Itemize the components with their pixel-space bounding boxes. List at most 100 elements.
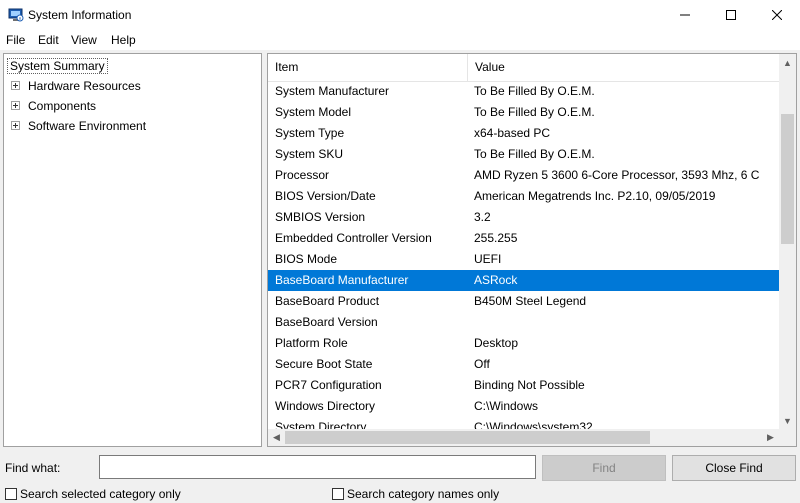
column-header-item[interactable]: Item [268,54,467,81]
table-row[interactable]: SMBIOS Version 3.2 [268,207,779,228]
cell-item: Secure Boot State [275,357,373,371]
cell-value: Off [474,357,490,371]
column-header-value[interactable]: Value [468,54,779,81]
search-category-names-option[interactable]: Search category names only [332,487,499,501]
table-row[interactable]: BaseBoard Version [268,312,779,333]
cell-item: System SKU [275,147,344,161]
cell-value: To Be Filled By O.E.M. [474,147,595,161]
find-input[interactable] [99,455,536,479]
vertical-scroll-thumb[interactable] [781,114,794,244]
minimize-button[interactable] [662,0,708,30]
menu-help[interactable]: Help [111,33,136,47]
menu-view[interactable]: View [71,33,97,47]
tree-item-components[interactable]: Components [4,97,254,115]
close-icon [772,10,782,20]
cell-item: System Type [275,126,345,140]
details-list[interactable]: Item Value System Manufacturer To Be Fill… [267,53,797,447]
find-what-label: Find what: [5,461,61,475]
search-selected-category-option[interactable]: Search selected category only [5,487,181,501]
window-title: System Information [28,8,132,22]
cell-value: UEFI [474,252,502,266]
table-row[interactable]: System Model To Be Filled By O.E.M. [268,102,779,123]
cell-value: To Be Filled By O.E.M. [474,105,595,119]
cell-value: C:\Windows\system32 [474,420,593,429]
cell-value: To Be Filled By O.E.M. [474,84,595,98]
checkbox-label: Search category names only [347,487,500,501]
cell-value: Binding Not Possible [474,378,585,392]
table-row[interactable]: BaseBoard Product B450M Steel Legend [268,291,779,312]
title-bar: System Information [0,0,800,30]
tree-item-label: Hardware Resources [28,79,141,93]
scroll-left-icon[interactable]: ◀ [268,429,285,446]
cell-value: x64-based PC [474,126,551,140]
cell-item: Platform Role [275,336,348,350]
scroll-down-icon[interactable]: ▼ [779,412,796,429]
tree-item-software-environment[interactable]: Software Environment [4,117,254,135]
list-header: Item Value [268,54,779,82]
tree-item-system-summary[interactable]: System Summary [7,57,108,75]
checkbox-label: Search selected category only [20,487,181,501]
table-row[interactable]: System Manufacturer To Be Filled By O.E.M… [268,81,779,102]
cell-value: ASRock [474,273,518,287]
cell-item: System Model [275,105,352,119]
scrollbar-corner [779,429,796,446]
cell-value: Desktop [474,336,519,350]
table-row[interactable]: Windows Directory C:\Windows [268,396,779,417]
horizontal-scrollbar[interactable]: ◀ ▶ [268,429,779,446]
cell-item: Windows Directory [275,399,376,413]
maximize-icon [726,10,736,20]
cell-item: BaseBoard Product [275,294,380,308]
tree-item-label: Components [28,99,97,113]
table-row[interactable]: System Directory C:\Windows\system32 [268,417,779,429]
table-row[interactable]: BaseBoard Manufacturer ASRock [268,270,779,291]
menu-edit[interactable]: Edit [38,33,59,47]
system-information-icon [8,8,24,22]
cell-value: 3.2 [474,210,491,224]
cell-item: BIOS Version/Date [275,189,376,203]
table-row[interactable]: Embedded Controller Version 255.255 [268,228,779,249]
table-row[interactable]: Platform Role Desktop [268,333,779,354]
table-row[interactable]: System Type x64-based PC [268,123,779,144]
tree-item-label: System Summary [7,58,108,74]
close-find-button[interactable]: Close Find [672,455,796,481]
table-row[interactable]: BIOS Version/Date American Megatrends Inc… [268,186,779,207]
maximize-button[interactable] [708,0,754,30]
vertical-scrollbar[interactable]: ▲ ▼ [779,54,796,429]
cell-item: BIOS Mode [275,252,338,266]
cell-item: Processor [275,168,330,182]
menu-bar: File Edit View Help [0,30,800,50]
cell-value: 255.255 [474,231,518,245]
minimize-icon [680,14,690,16]
expand-icon[interactable] [11,81,20,90]
table-row[interactable]: System SKU To Be Filled By O.E.M. [268,144,779,165]
tree-item-label: Software Environment [28,119,147,133]
list-rows: System Manufacturer To Be Filled By O.E.M… [268,81,779,429]
search-category-names-checkbox[interactable] [332,488,344,500]
cell-item: BaseBoard Version [275,315,378,329]
table-row[interactable]: PCR7 Configuration Binding Not Possible [268,375,779,396]
table-row[interactable]: BIOS Mode UEFI [268,249,779,270]
cell-item: System Manufacturer [275,84,390,98]
cell-item: SMBIOS Version [275,210,366,224]
horizontal-scroll-thumb[interactable] [285,431,650,444]
cell-item: BaseBoard Manufacturer [275,273,409,287]
close-button[interactable] [754,0,800,30]
cell-item: PCR7 Configuration [275,378,382,392]
scroll-up-icon[interactable]: ▲ [779,54,796,71]
expand-icon[interactable] [11,101,20,110]
table-row[interactable]: Secure Boot State Off [268,354,779,375]
table-row[interactable]: Processor AMD Ryzen 5 3600 6-Core Process… [268,165,779,186]
category-tree[interactable]: System Summary Hardware Resources Compon… [3,53,262,447]
cell-value: B450M Steel Legend [474,294,587,308]
cell-value: C:\Windows [474,399,539,413]
search-selected-category-checkbox[interactable] [5,488,17,500]
tree-item-hardware-resources[interactable]: Hardware Resources [4,77,254,95]
find-button[interactable]: Find [542,455,666,481]
cell-item: System Directory [275,420,367,429]
scroll-right-icon[interactable]: ▶ [762,429,779,446]
expand-icon[interactable] [11,121,20,130]
cell-value: AMD Ryzen 5 3600 6-Core Processor, 3593 … [474,168,760,182]
cell-value: American Megatrends Inc. P2.10, 09/05/20… [474,189,716,203]
cell-item: Embedded Controller Version [275,231,432,245]
menu-file[interactable]: File [6,33,25,47]
